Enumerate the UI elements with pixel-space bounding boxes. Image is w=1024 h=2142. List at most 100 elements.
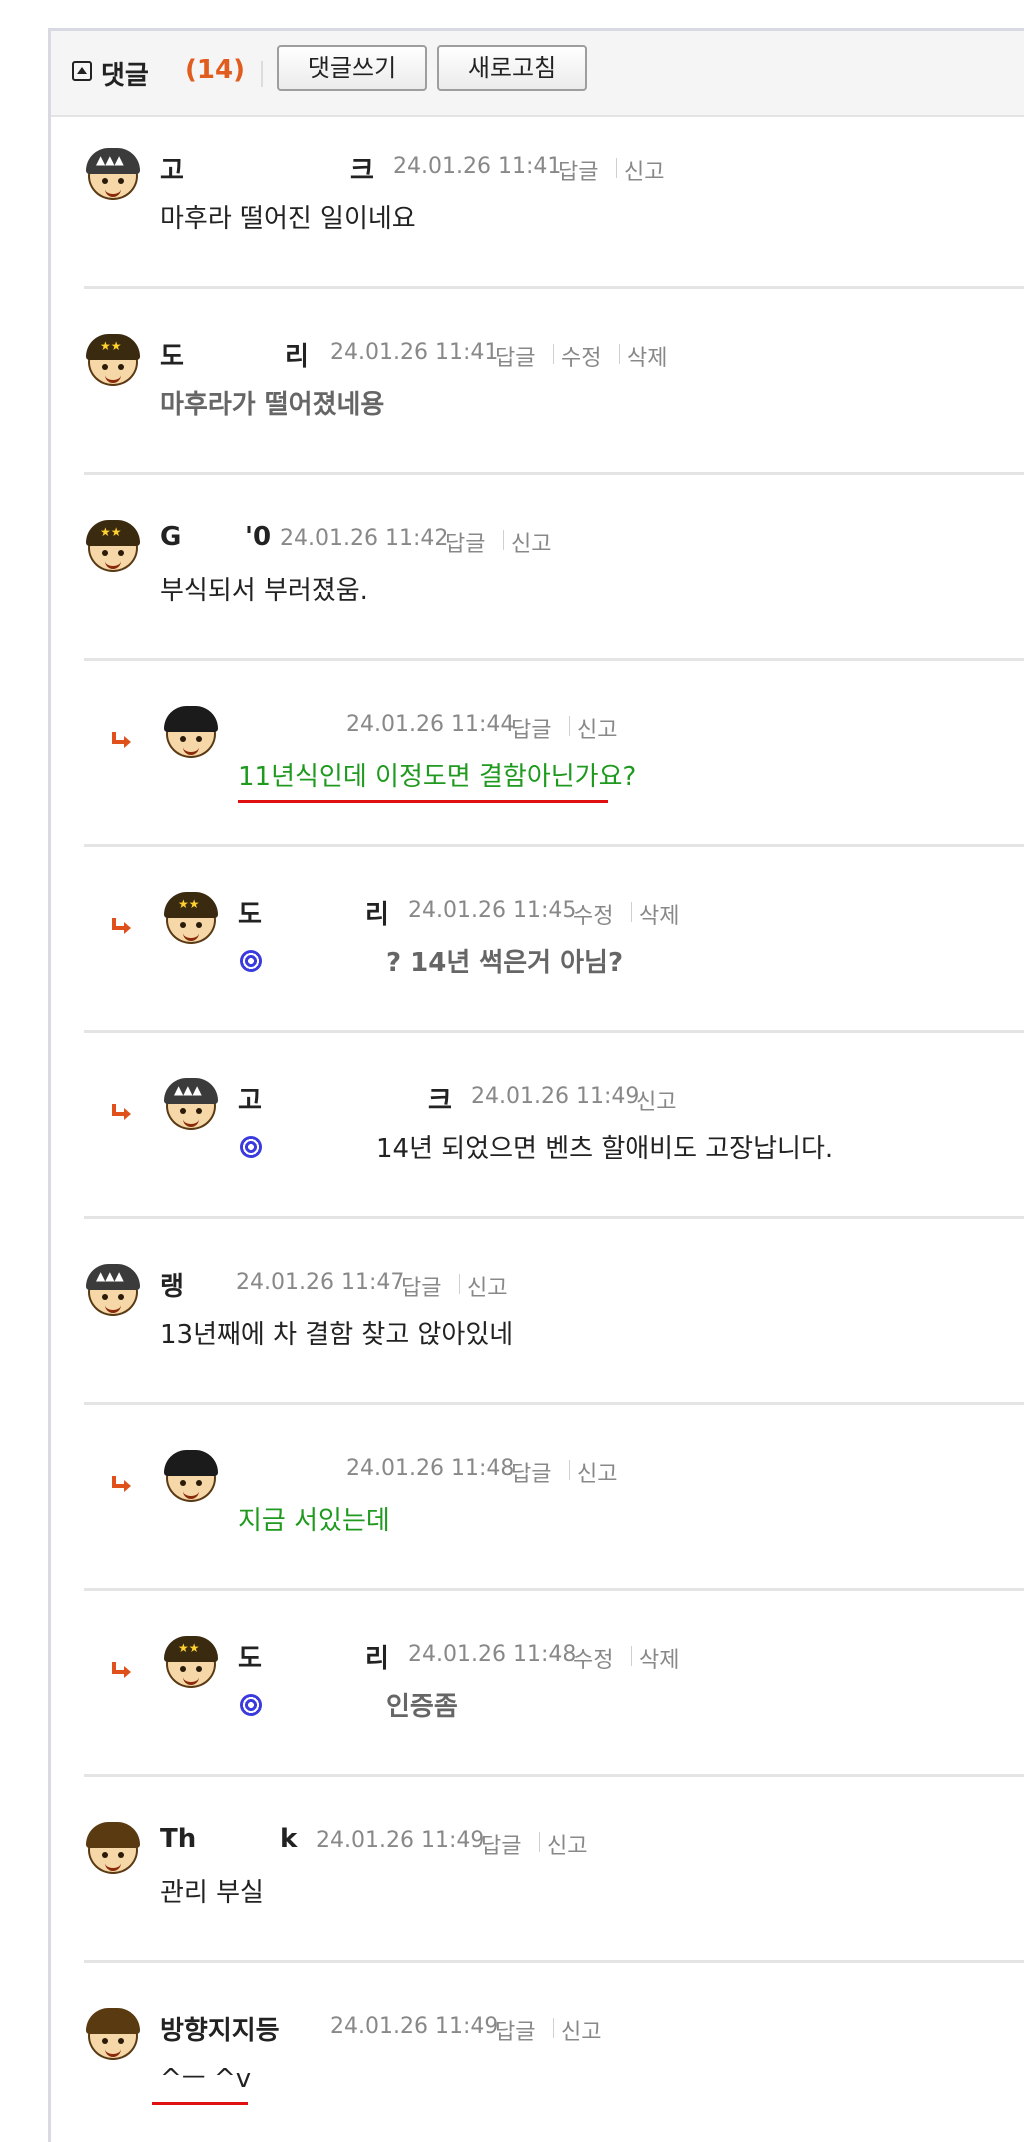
- comment-timestamp: 24.01.26 11:49: [316, 1828, 485, 1853]
- comment-author-name-tail[interactable]: 크: [350, 150, 374, 187]
- reply-link[interactable]: 답글: [511, 712, 551, 744]
- comment-text: 마후라 떨어진 일이네요: [160, 204, 416, 234]
- comment-author-name[interactable]: 고: [160, 150, 184, 187]
- delete-link[interactable]: 삭제: [639, 898, 679, 930]
- edit-link[interactable]: 수정: [573, 898, 613, 930]
- avatar-eye: [180, 736, 186, 742]
- report-link[interactable]: 신고: [547, 1828, 587, 1860]
- comment-timestamp: 24.01.26 11:44: [346, 712, 515, 737]
- comment-author-name-tail[interactable]: 리: [365, 894, 389, 931]
- comment-author-name[interactable]: Th: [160, 1824, 196, 1854]
- comment-author-name-tail[interactable]: 리: [285, 336, 309, 373]
- comment-author-name-tail[interactable]: 리: [365, 1638, 389, 1675]
- collapse-toggle-icon[interactable]: [72, 61, 92, 81]
- comment-author-name-tail[interactable]: k: [280, 1824, 297, 1854]
- comment-divider: [84, 658, 1024, 661]
- comment-divider: [84, 1030, 1024, 1033]
- mention-icon: [240, 950, 262, 972]
- avatar-eye: [118, 178, 124, 184]
- avatar-eye: [118, 1294, 124, 1300]
- comment-author-name[interactable]: 도: [160, 336, 184, 373]
- user-avatar[interactable]: [84, 1820, 142, 1878]
- comment-text: 관리 부실: [160, 1878, 264, 1908]
- report-link[interactable]: 신고: [624, 154, 664, 186]
- avatar-eye: [118, 364, 124, 370]
- avatar-eye: [102, 2038, 108, 2044]
- action-separator: [569, 1460, 570, 1480]
- avatar-eye: [102, 1852, 108, 1858]
- avatar-eye: [102, 364, 108, 370]
- comment-text: 13년째에 차 결함 찾고 앉아있네: [160, 1320, 514, 1350]
- user-avatar[interactable]: ▲▲▲: [84, 146, 142, 204]
- comment-author-name-tail[interactable]: 크: [428, 1080, 452, 1117]
- reply-link[interactable]: 답글: [481, 1828, 521, 1860]
- user-avatar[interactable]: ▲▲▲: [162, 1076, 220, 1134]
- action-separator: [459, 1274, 460, 1294]
- edit-link[interactable]: 수정: [561, 340, 601, 372]
- refresh-button[interactable]: 새로고침: [437, 45, 587, 91]
- report-link[interactable]: 신고: [577, 1456, 617, 1488]
- mention-icon: [240, 1136, 262, 1158]
- action-separator: [631, 902, 632, 922]
- avatar-star-icon: ▲▲▲: [96, 1269, 124, 1283]
- write-comment-button[interactable]: 댓글쓰기: [277, 45, 427, 91]
- avatar-star-icon: ★★: [178, 1641, 200, 1655]
- report-link[interactable]: 신고: [561, 2014, 601, 2046]
- delete-link[interactable]: 삭제: [639, 1642, 679, 1674]
- user-avatar[interactable]: ★★: [84, 518, 142, 576]
- edit-link[interactable]: 수정: [573, 1642, 613, 1674]
- comment-divider: [84, 1774, 1024, 1777]
- comment-author-name[interactable]: 고: [238, 1080, 262, 1117]
- action-separator: [553, 2018, 554, 2038]
- comment-text: 인증좀: [386, 1692, 458, 1722]
- delete-link[interactable]: 삭제: [627, 340, 667, 372]
- comment-text: 지금 서있는데: [238, 1506, 390, 1536]
- reply-link[interactable]: 답글: [495, 2014, 535, 2046]
- user-avatar[interactable]: ★★: [162, 890, 220, 948]
- reply-link[interactable]: 답글: [445, 526, 485, 558]
- user-avatar[interactable]: ▲▲▲: [84, 1262, 142, 1320]
- avatar-star-icon: ★★: [178, 897, 200, 911]
- avatar-eye: [196, 1108, 202, 1114]
- user-avatar[interactable]: ★★: [162, 1634, 220, 1692]
- avatar-eye: [196, 1666, 202, 1672]
- user-avatar[interactable]: [162, 1448, 220, 1506]
- report-link[interactable]: 신고: [636, 1084, 676, 1116]
- comment-text: 14년 되었으면 벤츠 할애비도 고장납니다.: [376, 1134, 834, 1164]
- avatar-eye: [118, 2038, 124, 2044]
- avatar-star-icon: ▲▲▲: [96, 153, 124, 167]
- header-divider: [261, 61, 263, 87]
- action-separator: [553, 344, 554, 364]
- user-avatar[interactable]: [162, 704, 220, 762]
- comment-author-name[interactable]: 도: [238, 1638, 262, 1675]
- reply-link[interactable]: 답글: [401, 1270, 441, 1302]
- reply-link[interactable]: 답글: [511, 1456, 551, 1488]
- reply-link[interactable]: 답글: [495, 340, 535, 372]
- report-link[interactable]: 신고: [467, 1270, 507, 1302]
- comment-author-name[interactable]: 도: [238, 894, 262, 931]
- mention-icon: [240, 1694, 262, 1716]
- reply-arrow-icon: [110, 916, 134, 938]
- comment-timestamp: 24.01.26 11:41: [393, 154, 562, 179]
- report-link[interactable]: 신고: [577, 712, 617, 744]
- action-separator: [616, 158, 617, 178]
- comment-author-name-tail[interactable]: '0: [245, 522, 271, 552]
- comment-author-name[interactable]: 방향지지등: [160, 2010, 280, 2047]
- avatar-eye: [196, 922, 202, 928]
- comment-timestamp: 24.01.26 11:45: [408, 898, 577, 923]
- action-separator: [569, 716, 570, 736]
- comment-author-name[interactable]: G: [160, 522, 181, 552]
- action-separator: [503, 530, 504, 550]
- user-avatar[interactable]: [84, 2006, 142, 2064]
- action-separator: [539, 1832, 540, 1852]
- comment-author-name[interactable]: 랭: [160, 1266, 184, 1303]
- report-link[interactable]: 신고: [511, 526, 551, 558]
- comment-text: ^ㅡ ^v: [160, 2064, 252, 2094]
- comment-divider: [84, 1588, 1024, 1591]
- comment-text: 부식되서 부러졌움.: [160, 576, 368, 606]
- avatar-star-icon: ★★: [100, 525, 122, 539]
- comment-timestamp: 24.01.26 11:48: [408, 1642, 577, 1667]
- user-avatar[interactable]: ★★: [84, 332, 142, 390]
- reply-arrow-icon: [110, 1660, 134, 1682]
- reply-link[interactable]: 답글: [558, 154, 598, 186]
